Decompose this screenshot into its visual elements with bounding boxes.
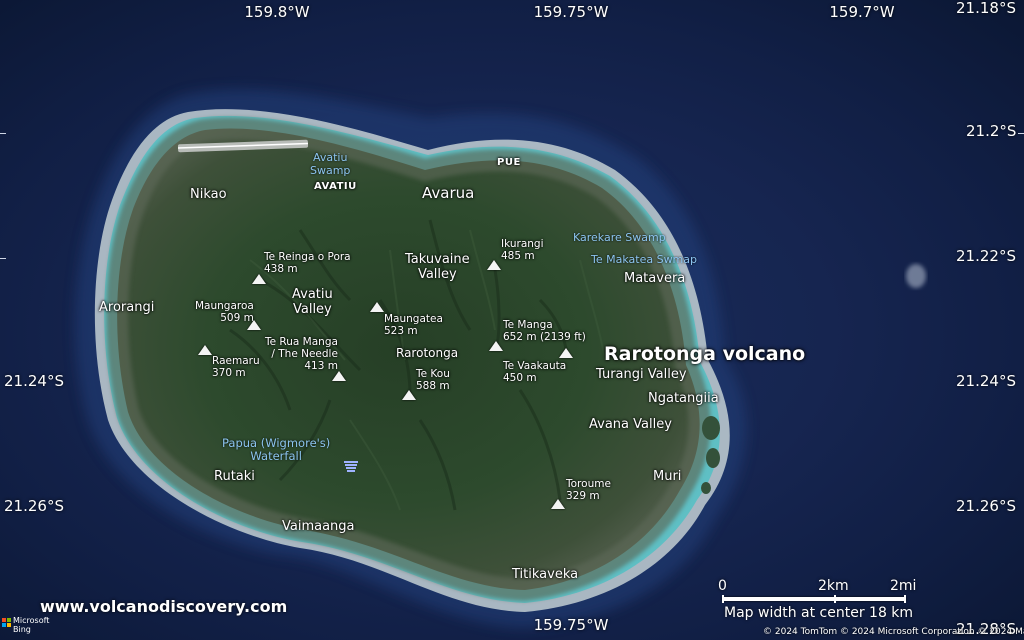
label-avatiu: AVATIU (314, 181, 357, 192)
label-matavera: Matavera (624, 271, 686, 286)
label-muri: Muri (653, 469, 682, 484)
label-vaimaanga: Vaimaanga (282, 519, 355, 534)
peak-marker-toroume[interactable] (551, 499, 565, 509)
coord-lon-159-7: 159.7°W (829, 3, 895, 21)
label-avarua: Avarua (422, 184, 475, 202)
label-rarotonga: Rarotonga (396, 346, 459, 360)
waterfall-icon[interactable] (343, 460, 359, 474)
coord-lon-159-8: 159.8°W (244, 3, 310, 21)
label-takuvaine-valley: Takuvaine Valley (405, 252, 470, 282)
peak-marker-maungaroa[interactable] (247, 320, 261, 330)
label-papua-waterfall: Papua (Wigmore's) Waterfall (222, 436, 331, 464)
label-pue: PUE (497, 157, 521, 168)
bing-brand-text: Microsoft Bing (13, 616, 50, 634)
coord-lat-right-21-18: 21.18°S (956, 0, 1016, 17)
tick (0, 258, 6, 259)
label-te-makatea-swmap: Te Makatea Swmap (591, 253, 697, 266)
peak-label-te-manga: Te Manga 652 m (2139 ft) (503, 319, 586, 344)
coord-lon-159-75: 159.75°W (533, 3, 609, 21)
map[interactable]: 159.8°W 159.75°W 159.7°W 159.75°W 21.24°… (0, 0, 1024, 640)
peak-label-toroume: Toroume 329 m (566, 478, 611, 503)
label-avana-valley: Avana Valley (589, 417, 672, 432)
tick (1018, 133, 1024, 134)
coord-lat-right-21-22: 21.22°S (956, 247, 1016, 265)
scale-caption: Map width at center 18 km (724, 605, 914, 621)
scale-tick (722, 595, 724, 603)
peak-label-te-reinga-o-pora: Te Reinga o Pora 438 m (264, 251, 351, 276)
peak-label-raemaru: Raemaru 370 m (212, 355, 260, 380)
scale-tick (834, 595, 836, 603)
scale-tick (904, 595, 906, 603)
peak-label-te-rua-manga: Te Rua Manga / The Needle 413 m (265, 336, 338, 373)
peak-label-maungaroa: Maungaroa 509 m (195, 300, 254, 325)
label-nikao: Nikao (190, 187, 227, 202)
label-titikaveka: Titikaveka (512, 567, 579, 582)
peak-marker-te-reinga-o-pora[interactable] (252, 274, 266, 284)
label-turangi-valley: Turangi Valley (596, 367, 687, 382)
label-rutaki: Rutaki (214, 469, 255, 484)
coord-lat-right-21-2: 21.2°S (966, 122, 1017, 140)
offshore-cloud (906, 264, 926, 288)
peak-label-te-vaakauta: Te Vaakauta 450 m (503, 360, 567, 385)
coord-lat-right-21-24: 21.24°S (956, 372, 1016, 390)
peak-label-ikurangi: Ikurangi 485 m (501, 238, 544, 263)
label-avatiu-swamp: Avatiu Swamp (310, 151, 351, 177)
peak-marker-ikurangi[interactable] (487, 260, 501, 270)
tick (0, 133, 6, 134)
coord-lon-bottom: 159.75°W (533, 616, 609, 634)
volcano-title: Rarotonga volcano (604, 343, 806, 365)
peak-marker-te-kou[interactable] (402, 390, 416, 400)
microsoft-logo-icon (2, 618, 11, 627)
peak-marker-raemaru[interactable] (198, 345, 212, 355)
peak-marker-te-vaakauta[interactable] (559, 348, 573, 358)
peak-marker-maungatea[interactable] (370, 302, 384, 312)
scale-zero: 0 (718, 578, 727, 594)
peak-label-te-kou: Te Kou 588 m (416, 368, 450, 393)
coord-lat-left-21-26: 21.26°S (4, 497, 64, 515)
scale-km-label: 2km (818, 578, 849, 594)
label-arorangi: Arorangi (99, 300, 155, 315)
scale-mi-label: 2mi (890, 578, 917, 594)
peak-label-maungatea: Maungatea 523 m (384, 313, 443, 338)
peak-marker-te-rua-manga[interactable] (332, 371, 346, 381)
scale-bar-line (722, 597, 906, 601)
coord-lat-right-21-26: 21.26°S (956, 497, 1016, 515)
label-avatiu-valley: Avatiu Valley (292, 287, 333, 317)
label-ngatangiia: Ngatangiia (648, 391, 719, 406)
coord-lat-left-21-24: 21.24°S (4, 372, 64, 390)
peak-marker-te-manga[interactable] (489, 341, 503, 351)
label-karekare-swamp: Karekare Swamp (573, 231, 666, 244)
site-url[interactable]: www.volcanodiscovery.com (40, 597, 287, 616)
map-attribution: © 2024 TomTom © 2024 Microsoft Corporati… (763, 627, 1024, 637)
